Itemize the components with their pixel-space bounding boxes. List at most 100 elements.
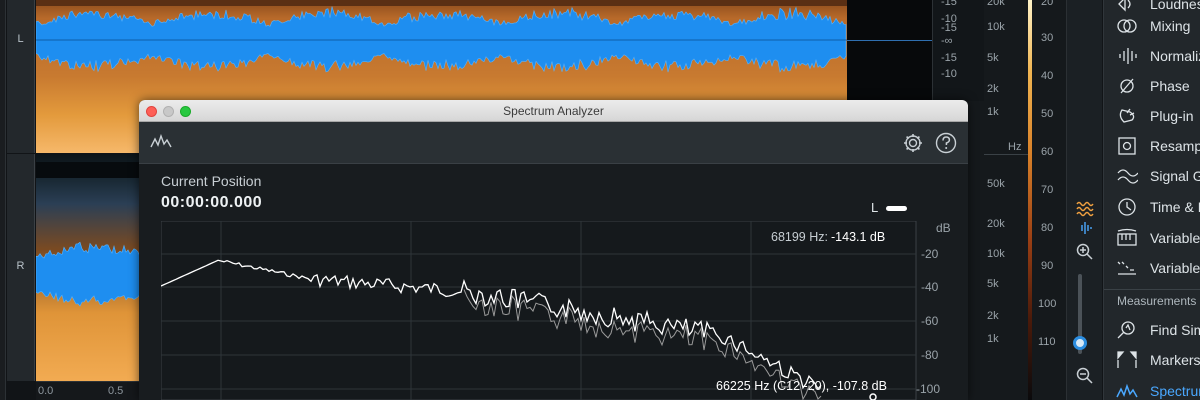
variable-pitch-icon bbox=[1114, 227, 1140, 249]
module-item-variable-time[interactable]: Variable Time bbox=[1104, 253, 1200, 283]
color-scale-tick: 40 bbox=[1041, 70, 1054, 82]
spectrum-content: Current Position 00:00:00.000 L dB -20 -… bbox=[139, 164, 968, 400]
close-window-button[interactable] bbox=[146, 106, 157, 117]
db-tick: -15 bbox=[941, 0, 957, 8]
hz-tick: 2k bbox=[987, 83, 999, 95]
color-scale-tick: 80 bbox=[1041, 222, 1054, 234]
maximize-window-button[interactable] bbox=[180, 106, 191, 117]
module-list: Loudness Mixing Normalize Phase Plug-in … bbox=[1103, 0, 1200, 400]
module-label: Signal Generator bbox=[1150, 168, 1200, 184]
plugin-icon bbox=[1114, 105, 1140, 127]
db-tick: -10 bbox=[941, 68, 957, 80]
color-scale-tick: 90 bbox=[1041, 260, 1054, 272]
cursor-readout-level: -143.1 dB bbox=[831, 230, 885, 244]
db-tick: -∞ bbox=[941, 35, 953, 47]
spectrum-toolbar bbox=[139, 122, 968, 164]
module-item-time-pitch[interactable]: Time & Pitch bbox=[1104, 192, 1200, 222]
color-scale-tick: 100 bbox=[1038, 298, 1057, 310]
module-label: Plug-in bbox=[1150, 108, 1194, 124]
spectrogram-view-icon[interactable] bbox=[1073, 198, 1097, 220]
module-item-signal-generator[interactable]: Signal Generator bbox=[1104, 161, 1200, 191]
y-tick: -40 bbox=[921, 280, 939, 294]
color-scale-tick: 70 bbox=[1041, 184, 1054, 196]
mixing-icon bbox=[1114, 15, 1140, 37]
hz-tick: 1k bbox=[987, 333, 999, 345]
variable-time-icon bbox=[1114, 257, 1140, 279]
waveform-view-icon[interactable] bbox=[1073, 220, 1097, 242]
module-label: Phase bbox=[1150, 78, 1190, 94]
window-titlebar[interactable]: Spectrum Analyzer bbox=[139, 100, 968, 122]
color-scale-tick: 60 bbox=[1041, 146, 1054, 158]
module-label: Resample bbox=[1150, 138, 1200, 154]
resample-icon bbox=[1114, 135, 1140, 157]
y-tick: -100 bbox=[916, 382, 940, 396]
y-tick: -60 bbox=[921, 314, 939, 328]
color-scale-ruler: 20 30 40 50 60 70 80 90 100 110 bbox=[1032, 0, 1066, 400]
spectrum-plot[interactable]: dB -20 -40 -60 -80 -100 68199 Hz: -143.1… bbox=[161, 221, 968, 400]
zoom-slider-handle[interactable] bbox=[1073, 336, 1087, 350]
measurements-header: Measurements bbox=[1104, 289, 1200, 311]
module-label: Normalize bbox=[1150, 48, 1200, 64]
y-tick: -80 bbox=[921, 348, 939, 362]
module-item-normalize[interactable]: Normalize bbox=[1104, 41, 1200, 71]
module-item-plugin[interactable]: Plug-in bbox=[1104, 101, 1200, 131]
channel-label: L bbox=[871, 200, 879, 215]
module-label: Mixing bbox=[1150, 18, 1191, 34]
color-scale-tick: 50 bbox=[1041, 108, 1054, 120]
hz-tick: 1k bbox=[987, 106, 999, 118]
markers-icon bbox=[1114, 349, 1140, 371]
minimize-window-button[interactable] bbox=[163, 106, 174, 117]
channel-line-swatch[interactable] bbox=[886, 206, 907, 211]
window-title: Spectrum Analyzer bbox=[503, 104, 604, 118]
module-item-markers[interactable]: Markers bbox=[1104, 345, 1200, 375]
module-label: Spectrum Analyzer bbox=[1150, 383, 1200, 399]
hz-tick: 5k bbox=[987, 278, 999, 290]
track-label-left: L bbox=[17, 33, 24, 45]
normalize-icon bbox=[1114, 45, 1140, 67]
spectrogram-right-dark-area bbox=[847, 0, 932, 101]
hz-tick: 2k bbox=[987, 310, 999, 322]
track-header-left[interactable]: L bbox=[7, 0, 35, 153]
time-tick: 0.0 bbox=[38, 385, 54, 397]
frequency-ruler[interactable]: 20k 10k 5k 2k 1k Hz 50k 20k 10k 5k 2k 1k bbox=[984, 0, 1028, 400]
time-tick: 0.5 bbox=[108, 385, 124, 397]
track-label-right: R bbox=[16, 260, 25, 272]
module-label: Variable Pitch bbox=[1150, 230, 1200, 246]
module-label: Markers bbox=[1150, 352, 1200, 368]
track-header-right[interactable]: R bbox=[7, 154, 35, 381]
module-item-resample[interactable]: Resample bbox=[1104, 131, 1200, 161]
spectrum-icon bbox=[1114, 380, 1140, 400]
hz-tick: 5k bbox=[987, 52, 999, 64]
module-item-spectrum-analyzer[interactable]: Spectrum Analyzer bbox=[1104, 376, 1200, 400]
y-tick: -20 bbox=[921, 247, 939, 261]
color-scale-tick: 110 bbox=[1038, 336, 1056, 348]
current-position-value: 00:00:00.000 bbox=[161, 194, 263, 211]
db-tick: -15 bbox=[941, 52, 957, 64]
cursor-readout-frequency: 68199 Hz: bbox=[771, 230, 828, 244]
time-pitch-icon bbox=[1114, 196, 1140, 218]
help-icon[interactable] bbox=[935, 132, 957, 159]
left-edge bbox=[0, 0, 6, 400]
module-label: Find Similar bbox=[1150, 322, 1200, 338]
y-axis-unit: dB bbox=[936, 221, 951, 235]
module-item-mixing[interactable]: Mixing bbox=[1104, 11, 1200, 41]
module-item-variable-pitch[interactable]: Variable Pitch bbox=[1104, 223, 1200, 253]
color-scale-tick: 20 bbox=[1041, 0, 1054, 8]
hz-tick: 20k bbox=[987, 0, 1005, 8]
db-tick: -15 bbox=[941, 22, 957, 34]
find-similar-icon bbox=[1114, 319, 1140, 341]
hz-tick: 10k bbox=[987, 248, 1005, 260]
settings-gear-icon[interactable] bbox=[902, 132, 924, 159]
module-item-phase[interactable]: Phase bbox=[1104, 71, 1200, 101]
db-ruler-top[interactable]: -15 -10 -15 -∞ -15 -10 bbox=[932, 0, 984, 101]
hz-unit: Hz bbox=[1008, 141, 1022, 153]
module-item-find-similar[interactable]: Find Similar bbox=[1104, 315, 1200, 345]
zoom-in-icon[interactable] bbox=[1073, 242, 1097, 264]
spectrum-mode-icon[interactable] bbox=[150, 133, 174, 155]
current-position-label: Current Position bbox=[161, 173, 262, 189]
phase-icon bbox=[1114, 75, 1140, 97]
zoom-out-icon[interactable] bbox=[1073, 366, 1097, 388]
peak-readout: 66225 Hz (C12 -20), -107.8 dB bbox=[716, 379, 887, 393]
hz-tick: 10k bbox=[987, 21, 1005, 33]
hz-tick: 20k bbox=[987, 218, 1005, 230]
